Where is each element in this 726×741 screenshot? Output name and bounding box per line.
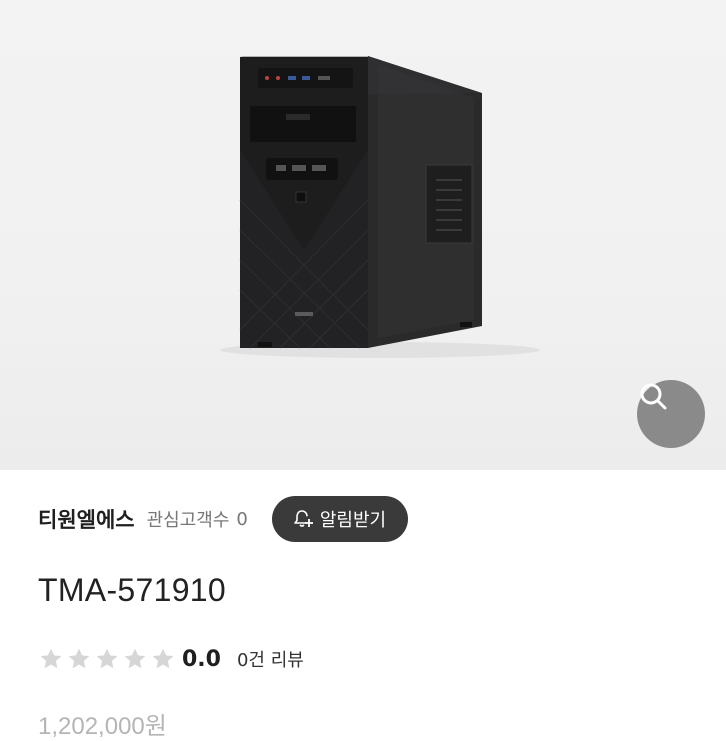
bell-plus-icon bbox=[292, 508, 314, 530]
watchers-label: 관심고객수 bbox=[146, 510, 230, 531]
star-icon bbox=[66, 646, 92, 672]
seller-name[interactable]: 티원엘에스 bbox=[38, 504, 135, 534]
star-icon bbox=[94, 646, 120, 672]
review-count-link[interactable]: 0건 리뷰 bbox=[237, 646, 304, 672]
pc-case-illustration bbox=[220, 56, 540, 358]
product-image[interactable] bbox=[0, 0, 726, 470]
star-icon bbox=[122, 646, 148, 672]
alert-subscribe-button[interactable]: 알림받기 bbox=[271, 496, 409, 542]
rating-score: 0.0 bbox=[182, 646, 221, 672]
product-price: 1,202,000원 bbox=[38, 713, 167, 740]
star-icon bbox=[150, 646, 176, 672]
rating-row: 0.0 0건 리뷰 bbox=[38, 642, 304, 676]
watchers-count: 0 bbox=[236, 508, 248, 530]
seller-row: 티원엘에스 관심고객수 0 알림받기 bbox=[38, 494, 409, 544]
zoom-button[interactable] bbox=[637, 380, 705, 448]
product-title: TMA-571910 bbox=[38, 572, 226, 608]
rating-stars bbox=[38, 646, 176, 672]
alert-subscribe-label: 알림받기 bbox=[319, 510, 387, 531]
star-icon bbox=[38, 646, 64, 672]
